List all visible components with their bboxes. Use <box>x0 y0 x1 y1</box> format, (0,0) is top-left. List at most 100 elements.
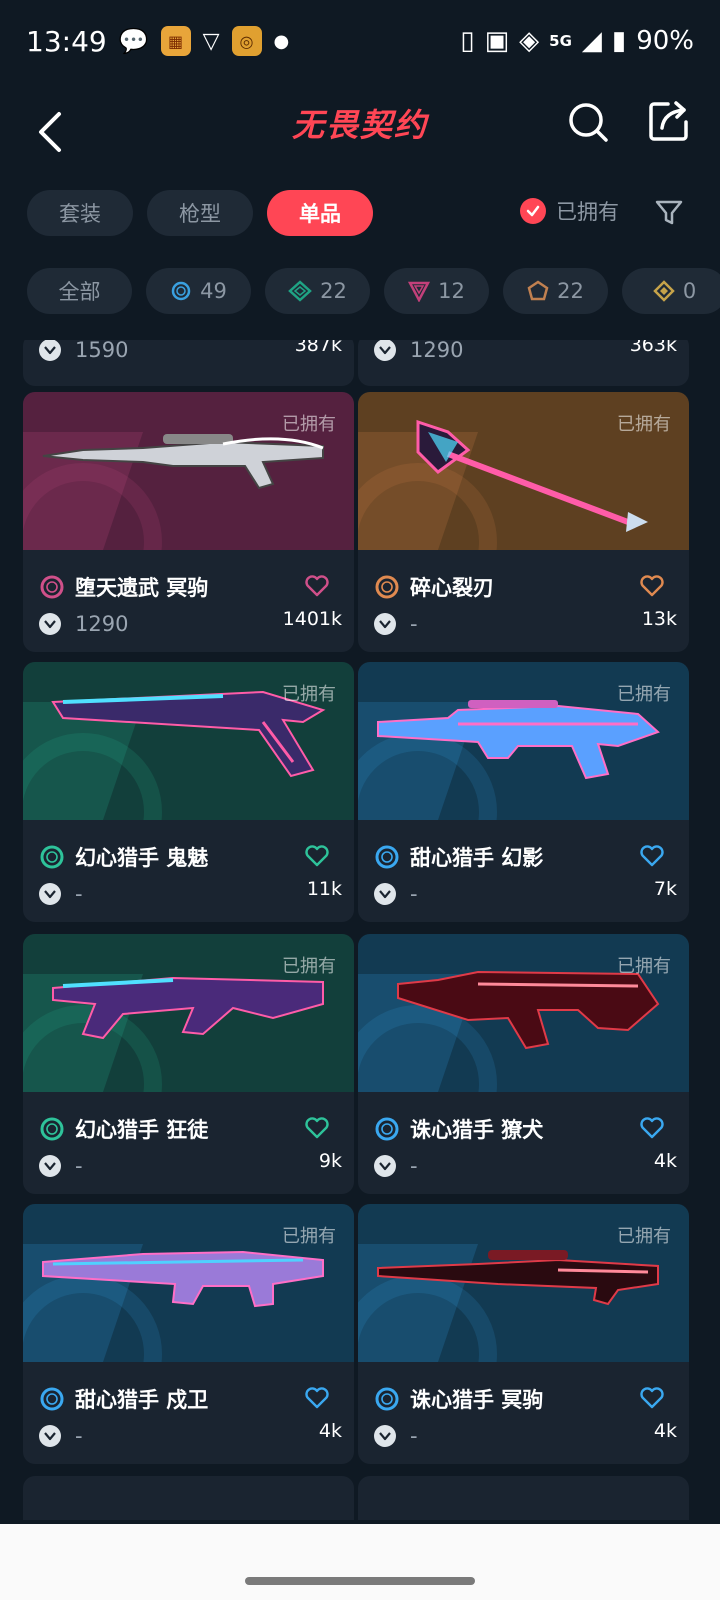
skin-card[interactable]: 已拥有 碎心裂刃 - 13k <box>358 392 689 652</box>
price-value: - <box>410 882 418 906</box>
owned-tag: 已拥有 <box>617 956 671 977</box>
tier-icon <box>374 844 400 870</box>
price-value: - <box>75 1154 83 1178</box>
price: - <box>374 1154 418 1178</box>
tier-icon <box>39 844 65 870</box>
skin-card[interactable]: 已拥有 甜心猎手 幻影 - 7k <box>358 662 689 922</box>
tier-icon <box>374 1116 400 1142</box>
heart-icon[interactable] <box>639 1116 665 1140</box>
skin-name-row: 幻心猎手 鬼魅 <box>39 842 208 872</box>
tier-chip-1[interactable]: 49 <box>146 268 251 314</box>
like-count: 4k <box>653 1420 677 1442</box>
top-navigation: 无畏契约 <box>0 82 720 182</box>
skin-card-partial[interactable]: 1590 387k <box>23 340 354 386</box>
skin-image: 已拥有 <box>358 662 689 891</box>
data-icon: ▣ <box>484 26 510 56</box>
skin-image: 已拥有 <box>358 1204 689 1433</box>
vp-currency-icon <box>374 883 396 905</box>
vp-currency-icon <box>39 1155 61 1177</box>
funnel-icon <box>655 200 683 225</box>
vp-currency-icon <box>374 340 396 361</box>
skin-name: 碎心裂刃 <box>410 576 494 600</box>
tier-chip-5[interactable]: 0 <box>622 268 720 314</box>
skin-card-partial[interactable] <box>23 1476 354 1520</box>
skin-card[interactable]: 已拥有 幻心猎手 鬼魅 - 11k <box>23 662 354 922</box>
skin-image: 已拥有 <box>23 934 354 1163</box>
skin-name-row: 诛心猎手 獠犬 <box>374 1114 543 1144</box>
heart-icon[interactable] <box>639 574 665 598</box>
heart-icon[interactable] <box>304 1116 330 1140</box>
tier-filter-chips: 全部 49 22 12 22 0 <box>27 268 720 314</box>
tier-icon <box>374 574 400 600</box>
heart-icon[interactable] <box>304 1386 330 1410</box>
tier-deluxe-icon <box>288 280 312 302</box>
tier-chip-4[interactable]: 22 <box>503 268 608 314</box>
skin-list[interactable]: 1590 387k 1290 363k 已拥有 堕天遗武 冥驹 1290 140… <box>0 340 720 1520</box>
price: - <box>39 1154 83 1178</box>
skin-card[interactable]: 已拥有 甜心猎手 戍卫 - 4k <box>23 1204 354 1464</box>
skin-card-partial[interactable] <box>358 1476 689 1520</box>
tier-chip-label: 22 <box>557 279 584 303</box>
signal-icon: ◢ <box>581 26 602 56</box>
category-tabs: 套装 枪型 单品 <box>27 190 373 236</box>
skin-name: 幻心猎手 鬼魅 <box>75 846 209 870</box>
skin-card[interactable]: 已拥有 诛心猎手 獠犬 - 4k <box>358 934 689 1194</box>
tier-chip-2[interactable]: 22 <box>265 268 370 314</box>
status-bar: 13:49 💬 ▦ ▽ ◎ ● ▯ ▣ ◈ 5G ◢ ▮ 90% <box>0 0 720 82</box>
like-count: 4k <box>318 1420 342 1442</box>
tier-chip-label: 49 <box>200 279 227 303</box>
skin-name-row: 甜心猎手 幻影 <box>374 842 543 872</box>
price-value: - <box>75 882 83 906</box>
wifi-icon: ◈ <box>519 26 540 56</box>
skin-image: 已拥有 <box>358 392 689 621</box>
battery-icon: ▮ <box>611 26 627 56</box>
vibrate-icon: ▯ <box>460 26 475 56</box>
price-value: - <box>410 1424 418 1448</box>
share-icon <box>649 101 688 141</box>
search-button[interactable] <box>566 100 612 146</box>
system-navigation-bar <box>0 1524 720 1600</box>
tab-single-item[interactable]: 单品 <box>267 190 373 236</box>
tier-chip-label: 12 <box>438 279 465 303</box>
heart-icon[interactable] <box>304 844 330 868</box>
owned-toggle[interactable]: 已拥有 <box>520 196 619 226</box>
tier-icon <box>39 1116 65 1142</box>
share-button[interactable] <box>646 98 692 144</box>
tier-chip-0[interactable]: 全部 <box>27 268 132 314</box>
skin-name-row: 诛心猎手 冥驹 <box>374 1384 543 1414</box>
tier-chip-3[interactable]: 12 <box>384 268 489 314</box>
skin-card[interactable]: 已拥有 堕天遗武 冥驹 1290 1401k <box>23 392 354 652</box>
owned-tag: 已拥有 <box>282 956 336 977</box>
vp-currency-icon <box>39 613 61 635</box>
tab-bundle[interactable]: 套装 <box>27 190 133 236</box>
page-title: 无畏契约 <box>291 106 428 144</box>
price: 1290 <box>39 612 128 636</box>
filter-button[interactable] <box>654 198 684 228</box>
skin-card[interactable]: 已拥有 幻心猎手 狂徒 - 9k <box>23 934 354 1194</box>
skin-name: 甜心猎手 幻影 <box>410 846 544 870</box>
like-count: 13k <box>641 608 677 630</box>
like-count: 387k <box>294 340 342 356</box>
price-value: 1290 <box>75 612 129 636</box>
skin-name-row: 碎心裂刃 <box>374 572 494 602</box>
like-count: 4k <box>653 1150 677 1172</box>
heart-icon[interactable] <box>639 1386 665 1410</box>
owned-tag: 已拥有 <box>282 1226 336 1247</box>
skin-name: 诛心猎手 獠犬 <box>410 1118 544 1142</box>
app-notification-icon: ▦ <box>160 26 191 56</box>
heart-icon[interactable] <box>639 844 665 868</box>
skin-card-partial[interactable]: 1290 363k <box>358 340 689 386</box>
tab-weapon-type[interactable]: 枪型 <box>147 190 253 236</box>
heart-icon[interactable] <box>304 574 330 598</box>
price-value: 1290 <box>410 340 464 362</box>
owned-tag: 已拥有 <box>282 684 336 705</box>
valorant-icon: ▽ <box>202 28 220 54</box>
owned-tag: 已拥有 <box>617 414 671 435</box>
skin-card[interactable]: 已拥有 诛心猎手 冥驹 - 4k <box>358 1204 689 1464</box>
home-indicator[interactable] <box>245 1577 475 1585</box>
owned-toggle-label: 已拥有 <box>556 200 619 224</box>
skin-image: 已拥有 <box>23 662 354 891</box>
tier-ultra-icon <box>653 280 675 302</box>
status-time: 13:49 <box>26 24 107 58</box>
skin-name-row: 幻心猎手 狂徒 <box>39 1114 208 1144</box>
